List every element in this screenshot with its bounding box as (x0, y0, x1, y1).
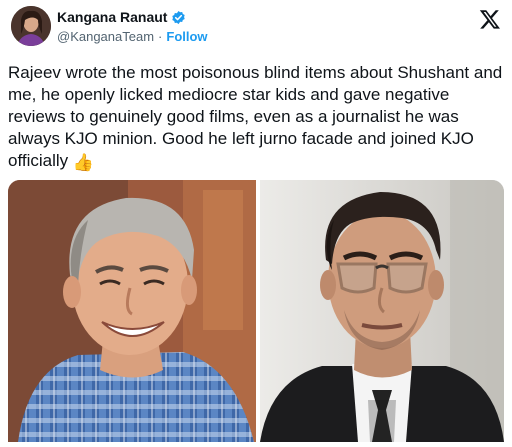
avatar-image (11, 6, 51, 46)
photo-right[interactable] (260, 180, 504, 442)
separator-dot: · (158, 29, 163, 44)
thumbs-up-icon: 👍 (72, 153, 95, 172)
avatar[interactable] (11, 6, 51, 46)
handle-row: @KanganaTeam · Follow (57, 29, 208, 44)
photo-left[interactable] (8, 180, 256, 442)
author-name[interactable]: Kangana Ranaut (57, 9, 167, 25)
verified-badge-icon (171, 10, 186, 25)
follow-button[interactable]: Follow (166, 29, 207, 44)
author-handle[interactable]: @KanganaTeam (57, 29, 154, 44)
author-name-row: Kangana Ranaut (57, 9, 186, 25)
tweet-text: Rajeev wrote the most poisonous blind it… (8, 62, 508, 174)
man-glasses-dark-suit-photo (260, 180, 504, 442)
man-blue-checkered-shirt-photo (8, 180, 256, 442)
x-logo-icon[interactable] (479, 8, 501, 30)
